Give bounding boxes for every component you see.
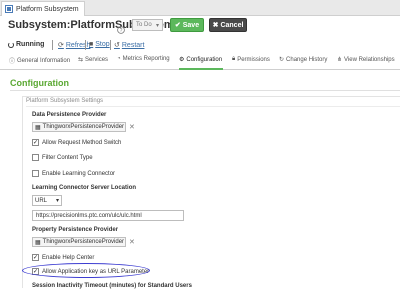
entity-icon: ▦ bbox=[35, 239, 41, 246]
active-tab-indicator bbox=[179, 68, 223, 70]
select-value: URL bbox=[35, 197, 48, 204]
metrics-icon: ◔ bbox=[117, 56, 121, 62]
checkbox-box[interactable] bbox=[32, 154, 39, 161]
tab-general-information[interactable]: ⓘ General Information bbox=[9, 56, 71, 66]
history-icon: ↻ bbox=[279, 57, 285, 63]
session-timeout-label: Session Inactivity Timeout (minutes) for… bbox=[32, 283, 192, 289]
enable-help-center-checkbox[interactable]: ✓ Enable Help Center bbox=[32, 254, 94, 261]
section-divider bbox=[10, 90, 400, 91]
section-title: Configuration bbox=[10, 78, 69, 88]
tab-label: Change History bbox=[286, 56, 328, 63]
restart-label: Restart bbox=[121, 41, 145, 49]
tab-change-history[interactable]: ↻ Change History bbox=[279, 56, 328, 64]
checkbox-box[interactable]: ✓ bbox=[32, 139, 39, 146]
services-icon: ⇆ bbox=[78, 57, 84, 63]
remove-icon[interactable]: ✕ bbox=[129, 123, 135, 131]
refresh-icon: ⟳ bbox=[58, 42, 64, 49]
configuration-icon: ⚙ bbox=[179, 57, 185, 63]
stop-icon: ■ bbox=[89, 41, 94, 48]
divider bbox=[110, 40, 111, 50]
info-icon: ⓘ bbox=[9, 59, 16, 65]
stop-link[interactable]: ■ Stop bbox=[89, 41, 110, 48]
chevron-down-icon: ▾ bbox=[55, 198, 59, 204]
annotation-ellipse bbox=[22, 263, 150, 278]
svg-text:?: ? bbox=[120, 28, 123, 34]
tab-metrics-reporting[interactable]: ◔ Metrics Reporting bbox=[117, 56, 170, 62]
help-icon[interactable]: ? bbox=[117, 21, 125, 34]
tab-label: General Information bbox=[17, 57, 71, 64]
remove-icon[interactable]: ✕ bbox=[129, 238, 135, 246]
cancel-button-label: Cancel bbox=[220, 21, 244, 29]
close-icon: ✖ bbox=[212, 22, 219, 29]
tab-label: Permissions bbox=[237, 56, 270, 63]
state-select-value: To Do bbox=[136, 22, 152, 28]
tab-platform-subsystem[interactable]: Platform Subsystem bbox=[1, 1, 85, 16]
checkbox-label: Filter Content Type bbox=[42, 154, 93, 161]
property-persistence-value: ThingworxPersistenceProvider bbox=[42, 239, 125, 245]
tab-label: Metrics Reporting bbox=[122, 56, 170, 62]
property-persistence-chip[interactable]: ▦ ThingworxPersistenceProvider ✕ bbox=[32, 237, 135, 247]
cancel-button[interactable]: ✖ Cancel bbox=[209, 18, 247, 32]
allow-request-method-switch-checkbox[interactable]: ✓ Allow Request Method Switch bbox=[32, 139, 121, 146]
save-button[interactable]: ✔ Save bbox=[170, 18, 204, 32]
learning-connector-location-label: Learning Connector Server Location bbox=[32, 185, 137, 191]
entity-icon: ▦ bbox=[35, 124, 41, 131]
state-select[interactable]: To Do ▾ bbox=[132, 19, 163, 31]
learning-connector-url-input[interactable]: https://precisionlms.ptc.com/ulc/ulc.htm… bbox=[32, 210, 184, 221]
entity-icon bbox=[5, 5, 13, 13]
filter-content-type-checkbox[interactable]: Filter Content Type bbox=[32, 154, 93, 161]
property-persistence-label: Property Persistence Provider bbox=[32, 227, 119, 233]
tab-permissions[interactable]: 🔒︎ Permissions bbox=[232, 56, 270, 63]
tab-services[interactable]: ⇆ Services bbox=[78, 56, 109, 64]
learning-connector-type-select[interactable]: URL ▾ bbox=[32, 195, 62, 206]
tab-label: Services bbox=[85, 56, 109, 63]
lock-icon: 🔒︎ bbox=[232, 56, 236, 62]
panel-divider bbox=[26, 106, 400, 107]
restart-icon: ↺ bbox=[114, 42, 120, 49]
checkbox-label: Enable Help Center bbox=[42, 254, 95, 261]
data-persistence-chip[interactable]: ▦ ThingworxPersistenceProvider ✕ bbox=[32, 122, 135, 132]
divider bbox=[85, 40, 86, 50]
checkbox-box[interactable] bbox=[32, 170, 39, 177]
running-icon bbox=[8, 41, 14, 48]
running-label: Running bbox=[16, 41, 45, 48]
tab-label: Platform Subsystem bbox=[16, 5, 79, 13]
chevron-down-icon: ▾ bbox=[155, 22, 159, 29]
running-status: Running bbox=[8, 41, 44, 48]
check-icon: ✔ bbox=[174, 22, 181, 29]
data-persistence-value: ThingworxPersistenceProvider bbox=[42, 124, 125, 130]
restart-link[interactable]: ↺ Restart bbox=[114, 41, 145, 50]
stop-label: Stop bbox=[95, 41, 110, 48]
tab-label: View Relationships bbox=[344, 56, 395, 63]
tab-label: Configuration bbox=[186, 56, 223, 63]
tab-view-relationships[interactable]: ⋔ View Relationships bbox=[337, 56, 395, 64]
input-value: https://precisionlms.ptc.com/ulc/ulc.htm… bbox=[36, 212, 142, 219]
enable-learning-connector-checkbox[interactable]: Enable Learning Connector bbox=[32, 170, 115, 177]
save-button-label: Save bbox=[182, 21, 200, 29]
checkbox-box[interactable]: ✓ bbox=[32, 254, 39, 261]
refresh-label: Refresh bbox=[65, 41, 91, 49]
relationships-icon: ⋔ bbox=[337, 57, 343, 63]
checkbox-label: Enable Learning Connector bbox=[42, 170, 116, 177]
tab-configuration[interactable]: ⚙ Configuration bbox=[179, 56, 223, 64]
checkbox-label: Allow Request Method Switch bbox=[42, 139, 122, 146]
panel-title: Platform Subsystem Settings bbox=[26, 98, 104, 104]
data-persistence-label: Data Persistence Provider bbox=[32, 112, 107, 118]
divider bbox=[52, 40, 53, 50]
